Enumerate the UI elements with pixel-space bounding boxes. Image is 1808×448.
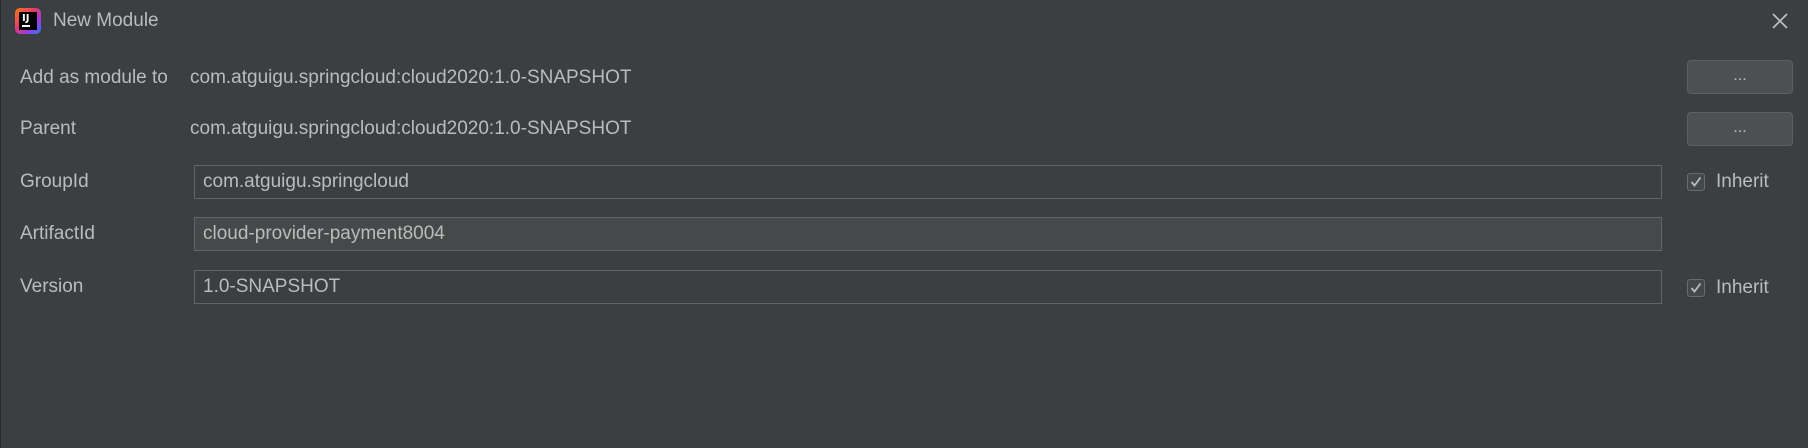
close-icon[interactable] — [1769, 10, 1791, 32]
parent-value: com.atguigu.springcloud:cloud2020:1.0-SN… — [190, 118, 632, 139]
add-as-module-to-value: com.atguigu.springcloud:cloud2020:1.0-SN… — [190, 67, 632, 88]
version-input[interactable]: 1.0-SNAPSHOT — [194, 270, 1662, 304]
parent-label: Parent — [20, 118, 76, 139]
group-id-inherit-label: Inherit — [1716, 171, 1769, 192]
group-id-label: GroupId — [20, 171, 89, 192]
checkbox-checked-icon[interactable] — [1687, 173, 1705, 191]
intellij-idea-icon: IJ — [15, 8, 41, 34]
add-as-module-to-browse-button[interactable]: ... — [1687, 60, 1793, 94]
title-bar: IJ New Module — [1, 0, 1808, 46]
group-id-input[interactable]: com.atguigu.springcloud — [194, 165, 1662, 199]
new-module-dialog: IJ New Module Add as module to com.atgui… — [0, 0, 1808, 448]
version-inherit-label: Inherit — [1716, 277, 1769, 298]
artifact-id-label: ArtifactId — [20, 223, 95, 244]
version-label: Version — [20, 276, 84, 297]
add-as-module-to-label: Add as module to — [20, 67, 168, 88]
checkbox-checked-icon[interactable] — [1687, 279, 1705, 297]
parent-browse-button[interactable]: ... — [1687, 112, 1793, 146]
artifact-id-input[interactable]: cloud-provider-payment8004 — [194, 217, 1662, 251]
dialog-title: New Module — [53, 10, 159, 31]
